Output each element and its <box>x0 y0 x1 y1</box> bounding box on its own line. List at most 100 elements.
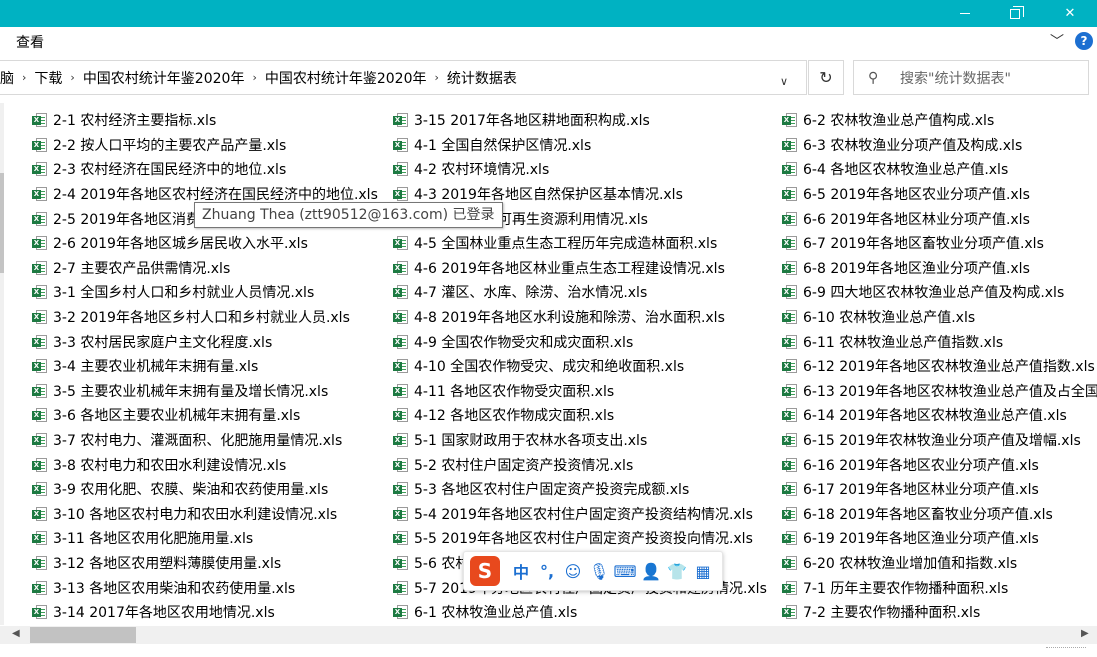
excel-file-icon: X <box>32 334 48 350</box>
skin-icon[interactable]: 👕 <box>664 562 690 581</box>
breadcrumb-item[interactable]: 中国农村统计年鉴2020年 <box>259 68 433 88</box>
file-item[interactable]: X 5-1 国家财政用于农林水各项支出.xls <box>393 428 767 453</box>
minimize-button[interactable] <box>942 0 988 27</box>
breadcrumb-item[interactable]: 脑 <box>0 68 20 88</box>
horizontal-scrollbar-thumb[interactable] <box>30 627 136 643</box>
file-item[interactable]: X 6-9 四大地区农林牧渔业总产值及构成.xls <box>782 280 1097 305</box>
file-item[interactable]: X 3-1 全国乡村人口和乡村就业人员情况.xls <box>32 280 378 305</box>
file-item[interactable]: X 6-15 2019年农林牧渔业分项产值及增幅.xls <box>782 428 1097 453</box>
file-item[interactable]: X 4-1 全国自然保护区情况.xls <box>393 133 767 158</box>
file-item[interactable]: X 6-5 2019年各地区农业分项产值.xls <box>782 182 1097 207</box>
file-item[interactable]: X 3-3 农村居民家庭户主文化程度.xls <box>32 329 378 354</box>
file-item[interactable]: X 6-10 农林牧渔业总产值.xls <box>782 305 1097 330</box>
file-item[interactable]: X 3-10 各地区农村电力和农田水利建设情况.xls <box>32 502 378 527</box>
file-item[interactable]: X 2-7 主要农产品供需情况.xls <box>32 256 378 281</box>
address-bar[interactable]: 脑 › 下载 › 中国农村统计年鉴2020年 › 中国农村统计年鉴2020年 ›… <box>0 60 807 95</box>
file-item[interactable]: X 6-20 农林牧渔业增加值和指数.xls <box>782 551 1097 576</box>
file-item[interactable]: X 6-19 2019年各地区渔业分项产值.xls <box>782 526 1097 551</box>
ime-punctuation-toggle[interactable]: °, <box>534 562 560 581</box>
file-item[interactable]: X 3-6 各地区主要农业机械年末拥有量.xls <box>32 403 378 428</box>
chevron-right-icon[interactable]: › <box>250 71 258 84</box>
file-item[interactable]: X 3-14 2017年各地区农用地情况.xls <box>32 600 378 625</box>
ime-toolbar: S 中 °, ☺ 🎙 ⌨ 👤 👕 ▦ <box>463 551 723 591</box>
chevron-right-icon[interactable]: › <box>68 71 76 84</box>
chevron-right-icon[interactable]: › <box>20 71 28 84</box>
sogou-logo-icon[interactable]: S <box>470 556 500 586</box>
file-name: 6-16 2019年各地区农业分项产值.xls <box>803 457 1039 474</box>
excel-file-icon: X <box>782 530 798 546</box>
file-item[interactable]: X 6-7 2019年各地区畜牧业分项产值.xls <box>782 231 1097 256</box>
breadcrumb-item[interactable]: 下载 <box>28 68 68 88</box>
breadcrumb-item[interactable]: 中国农村统计年鉴2020年 <box>77 68 251 88</box>
file-item[interactable]: X 6-6 2019年各地区林业分项产值.xls <box>782 206 1097 231</box>
file-item[interactable]: X 4-8 2019年各地区水利设施和除涝、治水面积.xls <box>393 305 767 330</box>
excel-file-icon: X <box>782 481 798 497</box>
file-item[interactable]: X 6-14 2019年各地区农林牧渔业总产值.xls <box>782 403 1097 428</box>
file-item[interactable]: X 5-3 各地区农村住户固定资产投资完成额.xls <box>393 477 767 502</box>
view-mode-toggle[interactable] <box>1046 647 1086 655</box>
chevron-right-icon[interactable]: › <box>433 71 441 84</box>
file-item[interactable]: X 3-2 2019年各地区乡村人口和乡村就业人员.xls <box>32 305 378 330</box>
ribbon-expand-icon[interactable]: ﹀ <box>1050 31 1064 51</box>
breadcrumb-item[interactable]: 统计数据表 <box>441 68 523 88</box>
file-item[interactable]: X 5-5 2019年各地区农村住户固定资产投资投向情况.xls <box>393 526 767 551</box>
maximize-button[interactable] <box>992 0 1038 27</box>
file-item[interactable]: X 4-10 全国农作物受灾、成灾和绝收面积.xls <box>393 354 767 379</box>
file-item[interactable]: X 7-2 主要农作物播种面积.xls <box>782 600 1097 625</box>
microphone-icon[interactable]: 🎙 <box>586 562 612 581</box>
file-item[interactable]: X 6-3 农林牧渔业分项产值及构成.xls <box>782 133 1097 158</box>
file-item[interactable]: X 6-12 2019年各地区农林牧渔业总产值指数.xls <box>782 354 1097 379</box>
file-item[interactable]: X 4-7 灌区、水库、除涝、治水情况.xls <box>393 280 767 305</box>
file-item[interactable]: X 2-3 农村经济在国民经济中的地位.xls <box>32 157 378 182</box>
chevron-down-icon[interactable]: ∨ <box>780 75 788 88</box>
file-item[interactable]: X 4-11 各地区农作物受灾面积.xls <box>393 379 767 404</box>
file-item[interactable]: X 3-8 农村电力和农田水利建设情况.xls <box>32 452 378 477</box>
file-item[interactable]: X 6-11 农林牧渔业总产值指数.xls <box>782 329 1097 354</box>
toolbox-icon[interactable]: ▦ <box>690 562 716 581</box>
file-item[interactable]: X 3-4 主要农业机械年末拥有量.xls <box>32 354 378 379</box>
file-item[interactable]: X 3-7 农村电力、灌溉面积、化肥施用量情况.xls <box>32 428 378 453</box>
close-button[interactable]: ✕ <box>1047 0 1093 27</box>
file-item[interactable]: X 3-11 各地区农用化肥施用量.xls <box>32 526 378 551</box>
help-icon[interactable]: ? <box>1075 32 1093 50</box>
file-item[interactable]: X 6-1 农林牧渔业总产值.xls <box>393 600 767 625</box>
file-item[interactable]: X 5-2 农村住户固定资产投资情况.xls <box>393 452 767 477</box>
file-item[interactable]: X 6-2 农林牧渔业总产值构成.xls <box>782 108 1097 133</box>
tab-view[interactable]: 查看 <box>16 32 44 52</box>
file-item[interactable]: X 5-4 2019年各地区农村住户固定资产投资结构情况.xls <box>393 502 767 527</box>
file-item[interactable]: X 6-13 2019年各地区农林牧渔业总产值及占全国比 <box>782 379 1097 404</box>
file-item[interactable]: X 2-2 按人口平均的主要农产品产量.xls <box>32 133 378 158</box>
search-input[interactable]: 搜索"统计数据表" <box>900 68 1011 88</box>
file-item[interactable]: X 4-5 全国林业重点生态工程历年完成造林面积.xls <box>393 231 767 256</box>
file-item[interactable]: X 4-9 全国农作物受灾和成灾面积.xls <box>393 329 767 354</box>
horizontal-scrollbar[interactable]: ◀ ▶ <box>0 626 1097 644</box>
file-item[interactable]: X 2-1 农村经济主要指标.xls <box>32 108 378 133</box>
file-item[interactable]: X 6-16 2019年各地区农业分项产值.xls <box>782 452 1097 477</box>
file-item[interactable]: X 3-9 农用化肥、农膜、柴油和农药使用量.xls <box>32 477 378 502</box>
file-item[interactable]: X 4-2 农村环境情况.xls <box>393 157 767 182</box>
search-box[interactable]: ⚲ 搜索"统计数据表" <box>853 60 1089 95</box>
file-item[interactable]: X 6-8 2019年各地区渔业分项产值.xls <box>782 256 1097 281</box>
file-name: 5-3 各地区农村住户固定资产投资完成额.xls <box>414 482 690 499</box>
file-item[interactable]: X 4-6 2019年各地区林业重点生态工程建设情况.xls <box>393 256 767 281</box>
emoji-icon[interactable]: ☺ <box>560 562 586 581</box>
file-item[interactable]: X 2-6 2019年各地区城乡居民收入水平.xls <box>32 231 378 256</box>
file-item[interactable]: X 6-4 各地区农林牧渔业总产值.xls <box>782 157 1097 182</box>
file-item[interactable]: X 4-12 各地区农作物成灾面积.xls <box>393 403 767 428</box>
file-item[interactable]: X 3-12 各地区农用塑料薄膜使用量.xls <box>32 551 378 576</box>
ime-language-toggle[interactable]: 中 <box>508 559 534 583</box>
file-item[interactable]: X 7-1 历年主要农作物播种面积.xls <box>782 575 1097 600</box>
file-item[interactable]: X 6-17 2019年各地区林业分项产值.xls <box>782 477 1097 502</box>
file-name: 2-6 2019年各地区城乡居民收入水平.xls <box>53 236 308 253</box>
file-item[interactable]: X 3-5 主要农业机械年末拥有量及增长情况.xls <box>32 379 378 404</box>
keyboard-icon[interactable]: ⌨ <box>612 562 638 581</box>
refresh-button[interactable]: ↻ <box>808 60 844 95</box>
file-item[interactable]: X 6-18 2019年各地区畜牧业分项产值.xls <box>782 502 1097 527</box>
scroll-right-icon[interactable]: ▶ <box>1081 628 1089 639</box>
file-item[interactable]: X 3-15 2017年各地区耕地面积构成.xls <box>393 108 767 133</box>
user-icon[interactable]: 👤 <box>638 562 664 581</box>
scroll-left-icon[interactable]: ◀ <box>12 628 20 639</box>
excel-file-icon: X <box>782 137 798 153</box>
file-name: 6-18 2019年各地区畜牧业分项产值.xls <box>803 506 1053 523</box>
file-item[interactable]: X 3-13 各地区农用柴油和农药使用量.xls <box>32 575 378 600</box>
